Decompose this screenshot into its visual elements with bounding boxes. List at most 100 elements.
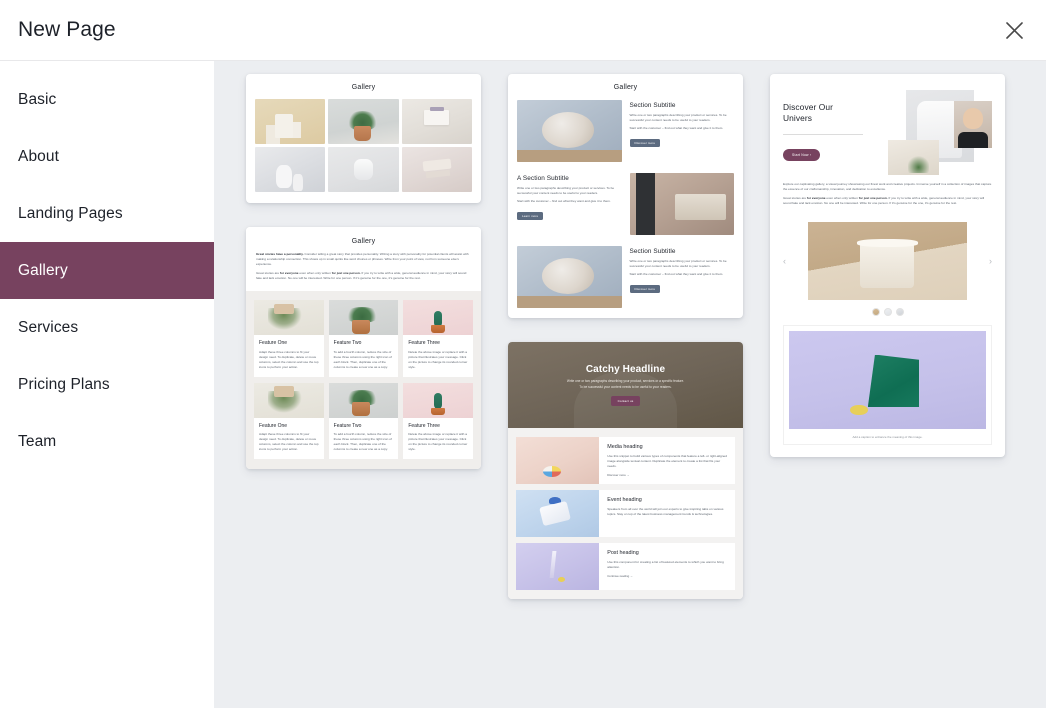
template-card-gallery-features[interactable]: Gallery Great stories have a personality… [246,227,481,469]
sidebar-item-basic[interactable]: Basic [0,71,214,128]
template-card-gallery-sections[interactable]: Gallery Section Subtitle Write one or tw… [508,74,743,318]
section-body: Write one or two paragraphs describing y… [629,259,727,268]
sidebar-item-gallery[interactable]: Gallery [0,242,214,299]
paragraph-lead: Great stories are [256,271,280,275]
hero-body: Write one or two paragraphs describing y… [567,379,684,390]
discover-heading-line: Discover Our [783,102,834,112]
discover-paragraph: Great stories are for everyone even when… [783,196,992,206]
discover-hero: Discover Our Univers Start Now › [770,74,1005,182]
section-heading: Section Subtitle [629,102,676,109]
discover-collage [881,88,992,176]
feature-image [328,382,399,418]
hero-body-line: To be successful your content needs to b… [579,384,672,389]
sidebar-item-team[interactable]: Team [0,413,214,470]
collage-photo-plant [888,140,939,176]
close-icon [1004,20,1025,41]
discover-heading-line: Univers [783,113,813,124]
image-grid [255,99,472,192]
contact-button[interactable]: Contact us [610,395,641,406]
section-block: A Section Subtitle Write one or two para… [517,173,734,235]
list-item-heading: Event heading [607,497,642,503]
sidebar-item-landing-pages[interactable]: Landing Pages [0,185,214,242]
paragraph-bold: for just one person. [331,271,361,275]
list-item-image [516,437,600,484]
section-body: Start with the customer – find out what … [629,126,724,130]
feature-body: Adapt these three columns to fit your de… [259,349,319,369]
figure-caption: Add a caption to enhance the meaning of … [852,435,923,439]
section-button[interactable]: Learn more [517,211,544,221]
sidebar-item-label: Team [18,432,57,450]
list-item: Media heading Use this snippet to build … [516,437,735,484]
close-button[interactable] [992,8,1036,52]
start-now-button[interactable]: Start Now › [783,148,821,161]
feature-card: Feature Three Delete the above image or … [403,300,473,377]
sidebar-item-label: Services [18,318,79,336]
section-heading: A Section Subtitle [517,175,569,182]
collage-photo-portrait [954,101,992,149]
template-column-2: Gallery Section Subtitle Write one or tw… [508,74,743,599]
sidebar-item-about[interactable]: About [0,128,214,185]
carousel-image [808,222,967,300]
section-body: Write one or two paragraphs describing y… [517,186,615,195]
template-paragraph: Great stories have a personality. Consid… [256,252,471,267]
paragraph-mid: even when only written [299,271,331,275]
section-image [629,173,734,235]
modal-header: New Page [0,0,1046,61]
sidebar-item-pricing-plans[interactable]: Pricing Plans [0,356,214,413]
template-masonry: Gallery Gallery Great stories have a per… [246,74,1030,599]
new-page-modal: New Page Basic About Landing Pages Galle… [0,0,1046,708]
section-button[interactable]: Discover more [629,138,661,148]
carousel-dot[interactable] [871,308,880,316]
template-paragraph: Great stories are for everyone even when… [256,271,471,281]
paragraph-mid: even when only written [826,196,858,200]
discover-heading: Discover Our Univers [783,102,873,125]
section-image [517,246,622,308]
feature-body: Adapt these three columns to fit your de… [259,432,319,451]
list-item-heading: Post heading [607,550,639,556]
carousel-prev-icon[interactable]: ‹ [783,256,786,266]
list-item-body: Speakers from all over the world will jo… [607,506,724,516]
carousel-dot[interactable] [895,308,904,316]
section-image [517,100,622,162]
paragraph-bold: personality. [286,252,304,256]
list-item: Post heading Use this component for crea… [516,543,735,590]
feature-heading: Feature Two [333,422,362,429]
page-title: New Page [18,18,116,41]
modal-body: Basic About Landing Pages Gallery Servic… [0,61,1046,708]
feature-image [403,300,473,335]
template-column-3: Discover Our Univers Start Now › Explore… [770,74,1005,457]
carousel-next-icon[interactable]: › [989,256,992,266]
figure-block: Add a caption to enhance the meaning of … [770,325,1005,457]
feature-heading: Feature Three [408,340,440,346]
grid-photo [328,147,399,192]
category-sidebar: Basic About Landing Pages Gallery Servic… [0,61,214,708]
carousel-dots [770,308,1005,325]
grid-photo [255,99,326,144]
template-heading: Gallery [351,238,376,245]
feature-image [403,382,473,418]
sidebar-item-services[interactable]: Services [0,299,214,356]
feature-row: Feature One Adapt these three columns to… [254,300,473,377]
paragraph-bold: for everyone [279,271,299,275]
feature-body: Delete the above image or replace it wit… [408,349,468,369]
discover-copy: Explore our captivating gallery, a visua… [770,182,1005,216]
template-card-gallery-grid[interactable]: Gallery [246,74,481,203]
discover-paragraph: Explore our captivating gallery, a visua… [783,182,992,191]
list-item-link[interactable]: Discover more → [607,473,727,477]
carousel-dot[interactable] [883,308,892,316]
template-card-discover-universe[interactable]: Discover Our Univers Start Now › Explore… [770,74,1005,457]
list-item-link[interactable]: Continue reading → [607,574,727,578]
feature-image [328,300,399,335]
paragraph-lead: Great stories are [783,196,807,200]
section-heading: Section Subtitle [629,248,676,255]
media-list: Media heading Use this snippet to build … [508,428,743,599]
section-body: Write one or two paragraphs describing y… [629,113,727,122]
section-button[interactable]: Discover more [629,284,661,294]
hero-banner: Catchy Headline Write one or two paragra… [508,342,743,428]
feature-card: Feature Two To add a fourth column, redu… [328,300,399,377]
template-card-catchy-headline[interactable]: Catchy Headline Write one or two paragra… [508,342,743,599]
feature-card: Feature Three Delete the above image or … [403,382,473,459]
paragraph-bold: for just one person. [858,196,888,200]
sidebar-item-label: Landing Pages [18,204,123,222]
list-item: Event heading Speakers from all over the… [516,490,735,537]
